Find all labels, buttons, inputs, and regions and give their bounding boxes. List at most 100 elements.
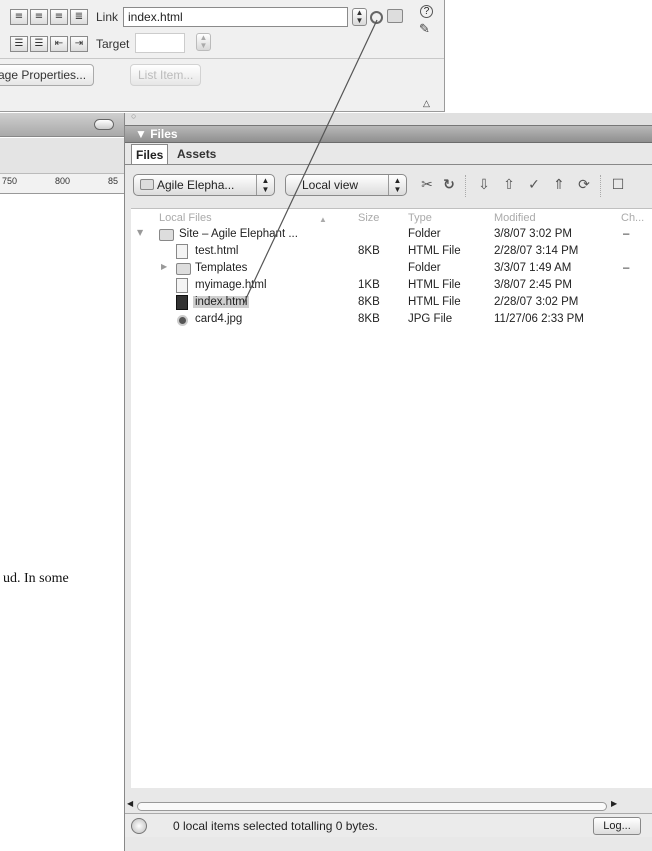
- file-type: JPG File: [408, 313, 453, 325]
- refresh-icon[interactable]: ↻: [440, 176, 458, 194]
- ruler-label: 85: [108, 176, 119, 186]
- scroll-thumb[interactable]: [137, 802, 607, 811]
- html-file-icon: [176, 295, 188, 310]
- connect-icon[interactable]: ✂: [418, 176, 436, 194]
- property-inspector: ≡ ≡ ≡ ≣ Link index.html ▲ ▼ ? ✎ ☰ ☰ ⇤ ⇥ T…: [0, 0, 445, 112]
- collapse-arrow-icon[interactable]: △: [423, 98, 430, 109]
- align-justify-button[interactable]: ≣: [70, 9, 88, 25]
- disclosure-closed-icon[interactable]: ▶: [161, 262, 167, 271]
- close-dot-icon[interactable]: ○: [131, 111, 136, 121]
- get-files-icon[interactable]: ⇩: [475, 176, 493, 194]
- view-select-arrows: ▲ ▼: [388, 175, 406, 195]
- file-checked-out: –: [623, 228, 630, 240]
- file-type: HTML File: [408, 245, 461, 257]
- column-header-checked-out[interactable]: Ch...: [621, 212, 644, 224]
- outdent-button[interactable]: ⇤: [50, 36, 68, 52]
- ordered-list-button[interactable]: ☰: [30, 36, 48, 52]
- horizontal-ruler: 750 800 85: [0, 174, 124, 194]
- column-header-size[interactable]: Size: [358, 212, 379, 224]
- files-panel-titlebar[interactable]: ▼ Files: [125, 125, 652, 143]
- column-header-type[interactable]: Type: [408, 212, 432, 224]
- file-name: myimage.html: [195, 279, 267, 291]
- file-modified: 3/3/07 1:49 AM: [494, 262, 572, 274]
- help-icon[interactable]: ?: [420, 5, 433, 18]
- page-properties-button[interactable]: age Properties...: [0, 64, 95, 86]
- list-item[interactable]: myimage.html 1KB HTML File 3/8/07 2:45 P…: [131, 278, 652, 294]
- site-folder-icon: [140, 179, 154, 190]
- file-modified: 2/28/07 3:02 PM: [494, 296, 579, 308]
- link-dropdown[interactable]: ▲ ▼: [352, 8, 367, 26]
- files-panel: ○ ▼ Files Files Assets Agile Elepha... ▲…: [124, 111, 652, 851]
- site-status-icon: [131, 818, 147, 834]
- folder-icon: [159, 229, 174, 241]
- disclosure-open-icon[interactable]: ▼: [137, 228, 143, 237]
- list-item[interactable]: card4.jpg 8KB JPG File 11/27/06 2:33 PM: [131, 312, 652, 328]
- file-size: 8KB: [358, 313, 380, 325]
- list-item[interactable]: ▼ Site – Agile Elephant ... Folder 3/8/0…: [131, 227, 652, 243]
- tab-files[interactable]: Files: [131, 144, 169, 164]
- file-type: HTML File: [408, 279, 461, 291]
- tab-assets[interactable]: Assets: [173, 144, 220, 164]
- target-field[interactable]: [135, 33, 185, 53]
- folder-icon: [176, 263, 191, 275]
- quick-tag-editor-icon[interactable]: ✎: [419, 21, 430, 37]
- file-list: Local Files ▲ Size Type Modified Ch... ▼…: [131, 208, 652, 788]
- file-name: card4.jpg: [195, 313, 243, 325]
- site-select-arrows: ▲ ▼: [256, 175, 274, 195]
- column-header-local-files[interactable]: Local Files: [159, 212, 212, 224]
- ruler-label: 750: [2, 176, 18, 186]
- file-modified: 3/8/07 3:02 PM: [494, 228, 572, 240]
- align-center-button[interactable]: ≡: [30, 9, 48, 25]
- link-label: Link: [96, 10, 119, 24]
- target-dropdown[interactable]: ▲ ▼: [196, 33, 211, 51]
- document-titlebar: [0, 113, 124, 137]
- check-out-icon[interactable]: ✓: [525, 176, 543, 194]
- view-select[interactable]: Local view ▲ ▼: [285, 174, 407, 196]
- sort-arrow-icon: ▲: [319, 215, 327, 224]
- indent-button[interactable]: ⇥: [70, 36, 88, 52]
- file-modified: 3/8/07 2:45 PM: [494, 279, 572, 291]
- site-select[interactable]: Agile Elepha... ▲ ▼: [133, 174, 275, 196]
- file-name: Site – Agile Elephant ...: [179, 228, 298, 240]
- file-type: Folder: [408, 262, 441, 274]
- file-checked-out: –: [623, 262, 630, 274]
- align-right-button[interactable]: ≡: [50, 9, 68, 25]
- put-files-icon[interactable]: ⇧: [500, 176, 518, 194]
- file-modified: 11/27/06 2:33 PM: [494, 313, 584, 325]
- html-file-icon: [176, 244, 188, 259]
- site-select-value: Agile Elepha...: [157, 178, 235, 192]
- panel-grip[interactable]: ○: [125, 111, 652, 125]
- file-name: test.html: [195, 245, 239, 257]
- file-name: Templates: [195, 262, 248, 274]
- toolbar-toggle-button[interactable]: [94, 119, 114, 130]
- list-item[interactable]: index.html 8KB HTML File 2/28/07 3:02 PM: [131, 295, 652, 311]
- check-in-icon[interactable]: ⇑: [550, 176, 568, 194]
- column-header-modified[interactable]: Modified: [494, 212, 536, 224]
- ruler-label: 800: [55, 176, 71, 186]
- files-panel-title: Files: [150, 127, 178, 141]
- expand-icon[interactable]: ☐: [609, 176, 627, 194]
- document-toolbar: [0, 138, 124, 174]
- file-name: index.html: [193, 296, 250, 308]
- synchronize-icon[interactable]: ⟳: [575, 176, 593, 194]
- log-button[interactable]: Log...: [593, 817, 641, 835]
- list-item[interactable]: test.html 8KB HTML File 2/28/07 3:14 PM: [131, 244, 652, 260]
- file-type: HTML File: [408, 296, 461, 308]
- list-item[interactable]: ▶ Templates Folder 3/3/07 1:49 AM –: [131, 261, 652, 277]
- status-bar: 0 local items selected totalling 0 bytes…: [125, 813, 652, 837]
- target-label: Target: [96, 37, 130, 51]
- html-file-icon: [176, 278, 188, 293]
- file-type: Folder: [408, 228, 441, 240]
- unordered-list-button[interactable]: ☰: [10, 36, 28, 52]
- document-body-text: ud. In some: [3, 571, 69, 586]
- scroll-right-icon[interactable]: ▶: [611, 799, 617, 808]
- horizontal-scrollbar[interactable]: ◀ ▶: [127, 799, 652, 812]
- browse-folder-icon[interactable]: [387, 9, 403, 23]
- scroll-left-icon[interactable]: ◀: [127, 799, 133, 808]
- file-size: 8KB: [358, 245, 380, 257]
- link-field[interactable]: index.html: [123, 7, 348, 27]
- file-modified: 2/28/07 3:14 PM: [494, 245, 579, 257]
- list-item-button[interactable]: List Item...: [130, 64, 202, 86]
- point-to-file-icon[interactable]: [370, 11, 383, 24]
- align-left-button[interactable]: ≡: [10, 9, 28, 25]
